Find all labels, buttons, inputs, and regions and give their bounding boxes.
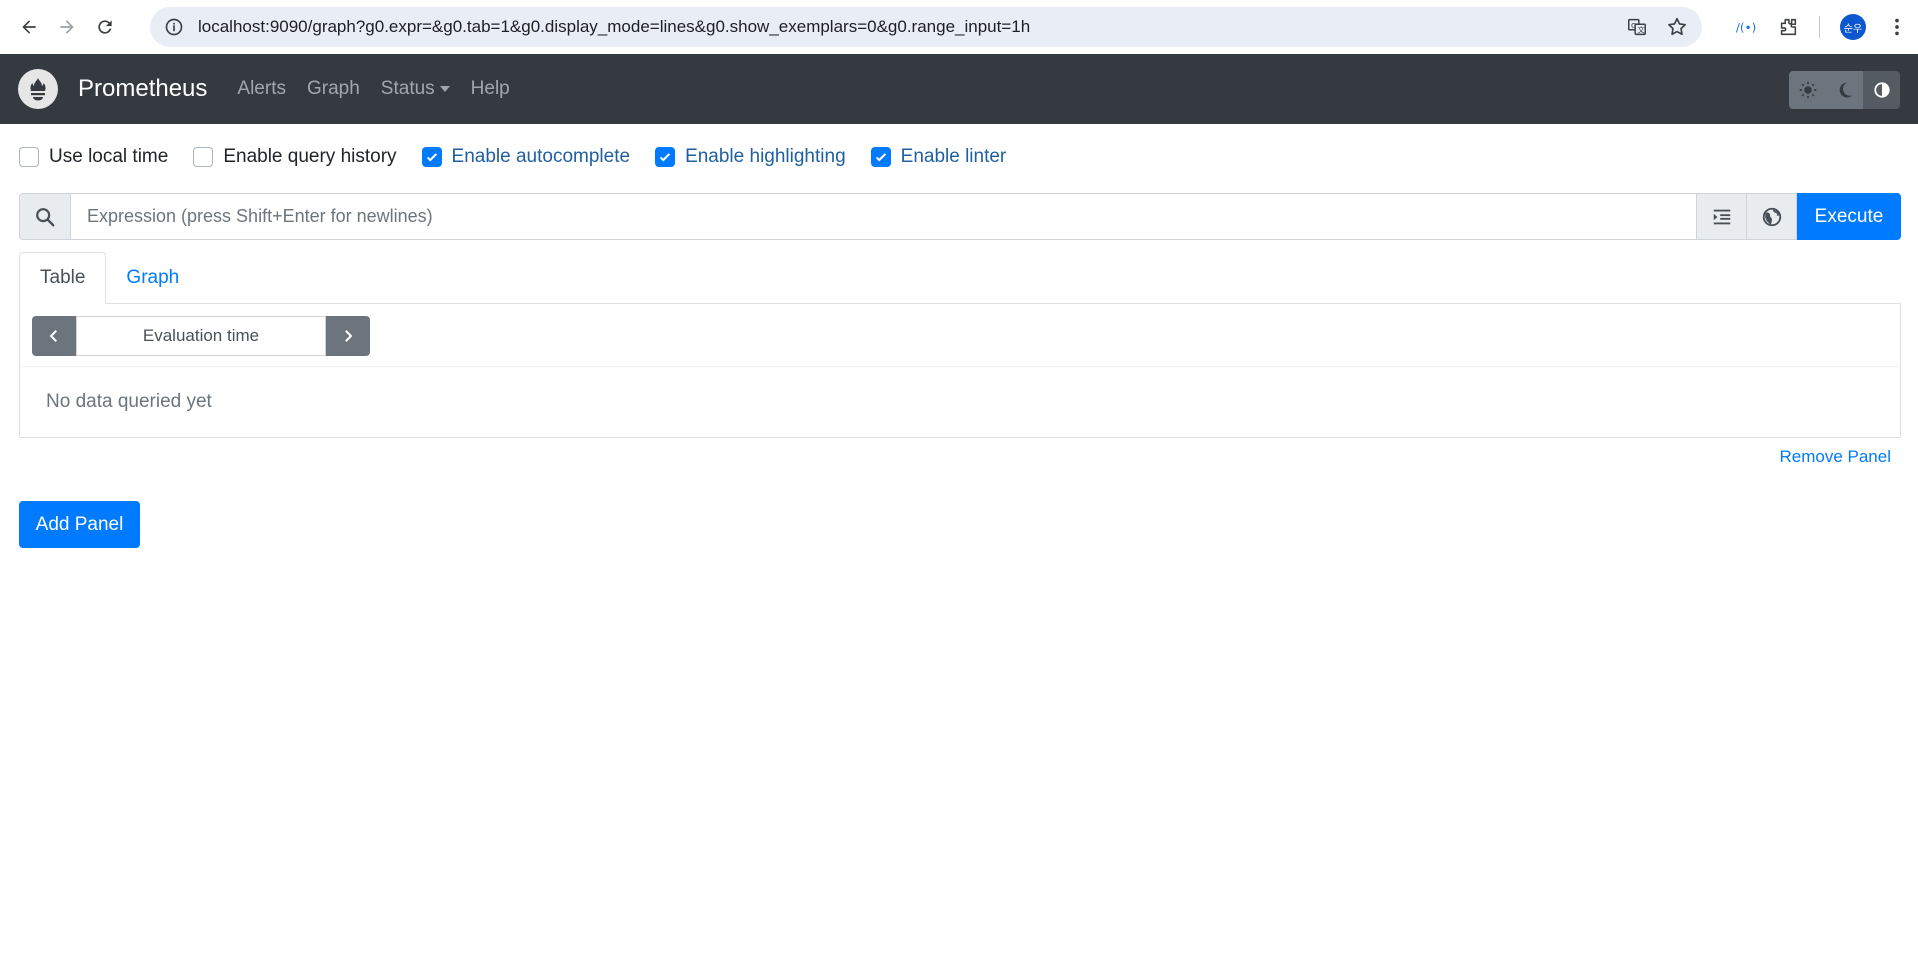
search-prepend: [19, 193, 71, 240]
site-info-icon[interactable]: [164, 17, 184, 37]
brand-name[interactable]: Prometheus: [78, 75, 207, 103]
option-enable-query-history[interactable]: Enable query history: [193, 146, 397, 168]
back-icon: [22, 20, 36, 34]
forward-button[interactable]: [50, 10, 84, 44]
chevron-left-icon: [49, 330, 57, 342]
panel-tabs: Table Graph: [19, 252, 1901, 304]
checkbox-use-local-time[interactable]: [19, 147, 39, 167]
reload-icon: [98, 20, 112, 34]
no-data-message: No data queried yet: [20, 366, 1900, 436]
prometheus-logo[interactable]: [18, 69, 58, 109]
metrics-explorer-button[interactable]: [1747, 193, 1797, 240]
nav-link-alerts[interactable]: Alerts: [237, 78, 286, 100]
globe-icon: [1762, 207, 1781, 226]
flame-logo-icon: [24, 75, 52, 103]
bookmark-star-icon[interactable]: [1666, 16, 1688, 38]
nav-link-status[interactable]: Status: [381, 78, 450, 100]
nav-link-graph[interactable]: Graph: [307, 78, 360, 100]
next-time-button[interactable]: [326, 316, 370, 356]
nav-link-help[interactable]: Help: [471, 78, 510, 100]
back-button[interactable]: [12, 10, 46, 44]
query-options: Use local time Enable query history Enab…: [19, 146, 1031, 168]
checkbox-enable-linter[interactable]: [870, 147, 891, 167]
theme-toggle-group: [1789, 71, 1900, 109]
svg-text:文: 文: [1637, 26, 1645, 35]
option-label: Enable highlighting: [685, 146, 846, 167]
option-label: Use local time: [49, 146, 169, 167]
url-text[interactable]: localhost:9090/graph?g0.expr=&g0.tab=1&g…: [198, 17, 1626, 37]
option-label: Enable query history: [223, 146, 397, 167]
moon-icon: [1839, 82, 1852, 98]
previous-time-button[interactable]: [32, 316, 76, 356]
option-use-local-time[interactable]: Use local time: [19, 146, 168, 168]
menu-dots-icon[interactable]: [1886, 16, 1908, 38]
expression-input-group: Expression (press Shift+Enter for newlin…: [19, 193, 1901, 240]
checkmark-icon: [659, 153, 671, 162]
option-label: Enable autocomplete: [451, 146, 631, 167]
extension-icon[interactable]: /(•): [1735, 16, 1757, 38]
expression-input[interactable]: Expression (press Shift+Enter for newlin…: [71, 193, 1697, 240]
evaluation-time-group: Evaluation time: [32, 316, 370, 356]
checkbox-enable-autocomplete[interactable]: [421, 147, 442, 167]
add-panel-button[interactable]: Add Panel: [19, 501, 140, 548]
option-label: Enable linter: [900, 146, 1007, 167]
top-navbar: Prometheus Alerts Graph Status Help: [0, 54, 1918, 124]
translate-icon[interactable]: G文: [1626, 16, 1648, 38]
tab-table[interactable]: Table: [19, 252, 107, 304]
nav-link-status-label: Status: [380, 78, 435, 99]
option-enable-autocomplete[interactable]: Enable autocomplete: [421, 146, 631, 168]
checkmark-icon: [426, 153, 437, 162]
puzzle-icon[interactable]: [1777, 16, 1799, 38]
format-expression-button[interactable]: [1697, 193, 1747, 240]
reload-button[interactable]: [88, 10, 122, 44]
light-theme-button[interactable]: [1789, 71, 1826, 109]
auto-theme-button[interactable]: [1863, 71, 1900, 109]
caret-down-icon: [439, 86, 450, 92]
option-enable-linter[interactable]: Enable linter: [870, 146, 1007, 168]
forward-icon: [60, 20, 74, 34]
remove-panel-link[interactable]: Remove Panel: [1779, 447, 1891, 467]
chevron-right-icon: [345, 330, 353, 342]
browser-toolbar: localhost:9090/graph?g0.expr=&g0.tab=1&g…: [0, 0, 1918, 54]
checkbox-enable-highlighting[interactable]: [655, 147, 676, 167]
checkbox-enable-query-history[interactable]: [193, 147, 214, 167]
toolbar-divider: [1819, 16, 1820, 38]
evaluation-time-input[interactable]: Evaluation time: [76, 316, 326, 356]
profile-avatar[interactable]: 순우: [1840, 14, 1866, 40]
svg-text:/(•): /(•): [1736, 21, 1756, 35]
address-bar[interactable]: localhost:9090/graph?g0.expr=&g0.tab=1&g…: [150, 7, 1702, 47]
contrast-icon: [1873, 82, 1890, 98]
checkmark-icon: [875, 153, 886, 162]
dark-theme-button[interactable]: [1826, 71, 1863, 109]
tab-graph[interactable]: Graph: [106, 252, 199, 304]
indent-icon: [1713, 209, 1730, 224]
sun-icon: [1799, 81, 1816, 99]
search-icon: [36, 207, 55, 226]
execute-button[interactable]: Execute: [1797, 193, 1901, 240]
panel-content: Evaluation time No data queried yet: [19, 303, 1901, 438]
option-enable-highlighting[interactable]: Enable highlighting: [655, 146, 846, 168]
